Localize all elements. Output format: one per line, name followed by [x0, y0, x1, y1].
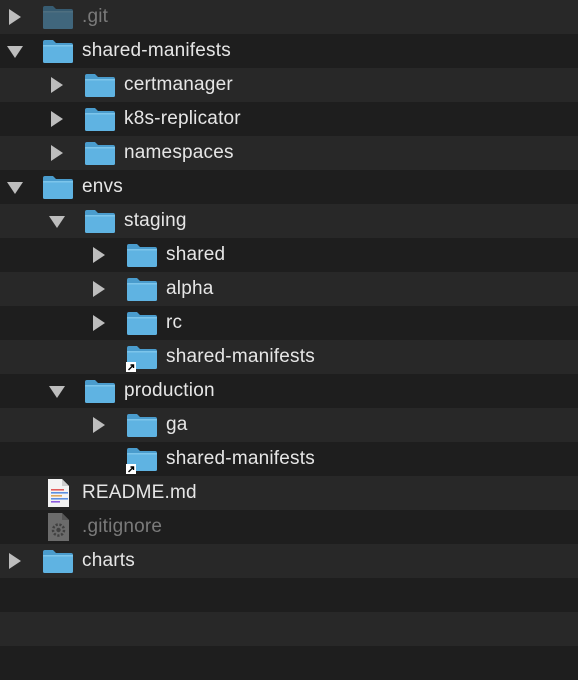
- folder-icon: [84, 376, 116, 406]
- tree-row[interactable]: .gitignore: [0, 510, 578, 544]
- disclosure-expanded-icon[interactable]: [46, 204, 68, 238]
- tree-row[interactable]: k8s-replicator: [0, 102, 578, 136]
- disclosure-collapsed-icon[interactable]: [88, 272, 110, 306]
- item-label: envs: [82, 176, 123, 197]
- item-label: shared-manifests: [166, 448, 315, 469]
- disclosure-collapsed-icon[interactable]: [88, 238, 110, 272]
- tree-row[interactable]: alpha: [0, 272, 578, 306]
- disclosure-expanded-icon[interactable]: [46, 374, 68, 408]
- item-label: charts: [82, 550, 135, 571]
- item-label: alpha: [166, 278, 214, 299]
- gear-file-icon: [42, 512, 74, 542]
- disclosure-collapsed-icon[interactable]: [46, 102, 68, 136]
- file-tree: .git shared-manifests certmanager k8s-repli…: [0, 0, 578, 680]
- folder-alias-icon: [126, 444, 158, 474]
- tree-row[interactable]: envs: [0, 170, 578, 204]
- item-label: .git: [82, 6, 109, 27]
- item-label: shared-manifests: [82, 40, 231, 61]
- folder-icon: [42, 36, 74, 66]
- disclosure-collapsed-icon[interactable]: [88, 408, 110, 442]
- item-label: namespaces: [124, 142, 234, 163]
- folder-icon: [42, 546, 74, 576]
- tree-row[interactable]: rc: [0, 306, 578, 340]
- folder-icon: [84, 70, 116, 100]
- empty-row: [0, 612, 578, 646]
- tree-row[interactable]: shared-manifests: [0, 340, 578, 374]
- item-label: shared-manifests: [166, 346, 315, 367]
- folder-alias-icon: [126, 342, 158, 372]
- tree-row[interactable]: .git: [0, 0, 578, 34]
- empty-row: [0, 578, 578, 612]
- document-icon: [42, 478, 74, 508]
- item-label: k8s-replicator: [124, 108, 241, 129]
- tree-row[interactable]: namespaces: [0, 136, 578, 170]
- disclosure-collapsed-icon[interactable]: [46, 68, 68, 102]
- folder-icon: [126, 410, 158, 440]
- folder-icon: [126, 308, 158, 338]
- disclosure-expanded-icon[interactable]: [4, 170, 26, 204]
- tree-row[interactable]: charts: [0, 544, 578, 578]
- disclosure-collapsed-icon[interactable]: [46, 136, 68, 170]
- folder-icon: [84, 206, 116, 236]
- tree-row[interactable]: certmanager: [0, 68, 578, 102]
- item-label: production: [124, 380, 215, 401]
- folder-icon: [84, 104, 116, 134]
- folder-icon: [84, 138, 116, 168]
- tree-row[interactable]: production: [0, 374, 578, 408]
- tree-row[interactable]: ga: [0, 408, 578, 442]
- tree-row[interactable]: shared-manifests: [0, 442, 578, 476]
- folder-icon: [126, 274, 158, 304]
- tree-row[interactable]: shared: [0, 238, 578, 272]
- item-label: certmanager: [124, 74, 233, 95]
- tree-row[interactable]: shared-manifests: [0, 34, 578, 68]
- disclosure-collapsed-icon[interactable]: [4, 544, 26, 578]
- disclosure-expanded-icon[interactable]: [4, 34, 26, 68]
- item-label: staging: [124, 210, 187, 231]
- folder-icon: [126, 240, 158, 270]
- item-label: ga: [166, 414, 188, 435]
- item-label: .gitignore: [82, 516, 163, 537]
- folder-icon: [42, 172, 74, 202]
- item-label: shared: [166, 244, 226, 265]
- tree-row[interactable]: README.md: [0, 476, 578, 510]
- empty-row: [0, 646, 578, 680]
- tree-row[interactable]: staging: [0, 204, 578, 238]
- item-label: README.md: [82, 482, 197, 503]
- folder-icon: [42, 2, 74, 32]
- item-label: rc: [166, 312, 183, 333]
- disclosure-collapsed-icon[interactable]: [4, 0, 26, 34]
- disclosure-collapsed-icon[interactable]: [88, 306, 110, 340]
